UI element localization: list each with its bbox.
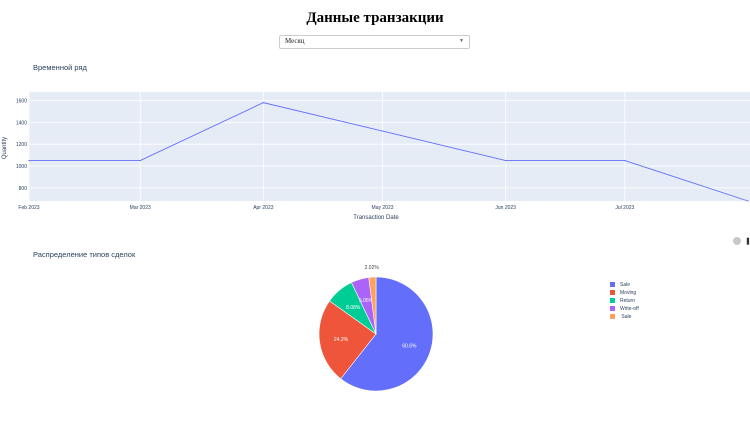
legend-label: Sale — [620, 282, 631, 288]
x-tick-label: Feb 2023 — [18, 205, 39, 211]
quantity-point — [381, 130, 384, 132]
quantity-point — [747, 200, 749, 202]
quantity-point — [262, 102, 264, 104]
modebar-edge: ❚ — [745, 238, 750, 245]
legend-swatch — [610, 282, 615, 287]
x-tick-label: Jul 2023 — [615, 205, 634, 211]
x-tick-label: Apr 2023 — [253, 205, 274, 211]
legend-label: Return — [620, 298, 636, 304]
legend-item[interactable]: Return — [610, 298, 635, 304]
legend-item[interactable]: Moving — [610, 290, 636, 296]
charts-canvas: Feb 2023 Mar 2023 Apr 2023 May 2023 Jun 2023… — [2, 92, 750, 392]
legend-item[interactable]: Write-off — [610, 306, 639, 312]
y-tick-label: 1600 — [16, 98, 27, 104]
legend-swatch — [610, 314, 615, 319]
pie-percent-label: 24.2% — [334, 337, 349, 343]
y-axis-label: Quantity — [2, 137, 8, 159]
legend-label: Write-off — [620, 306, 639, 312]
pie-percent-label: 60.6% — [402, 344, 417, 350]
legend-swatch — [610, 290, 615, 295]
camera-icon[interactable] — [733, 237, 741, 245]
legend-label: Moving — [620, 290, 637, 296]
x-tick-label: Jun 2023 — [495, 205, 516, 211]
legend-item[interactable]: Sale — [610, 314, 631, 320]
quantity-point — [624, 159, 626, 162]
y-tick-label: 1000 — [16, 164, 27, 170]
quantity-point — [28, 159, 30, 162]
y-tick-label: 1400 — [16, 120, 27, 126]
quantity-point — [139, 159, 141, 162]
plot-area — [29, 92, 750, 201]
pie-percent-label: 2.02% — [365, 265, 380, 271]
x-tick-label: May 2023 — [372, 205, 394, 211]
y-tick-label: 800 — [19, 186, 28, 192]
quantity-point — [505, 159, 507, 162]
legend-swatch — [610, 298, 615, 303]
legend-label: Sale — [620, 314, 632, 320]
y-tick-label: 1200 — [16, 142, 27, 148]
x-axis-label: Transaction Date — [353, 215, 399, 221]
legend-item[interactable]: Sale — [610, 282, 630, 288]
legend-swatch — [610, 306, 615, 311]
x-tick-label: Mar 2023 — [130, 205, 151, 211]
pie-percent-label: 8.08% — [346, 305, 361, 311]
